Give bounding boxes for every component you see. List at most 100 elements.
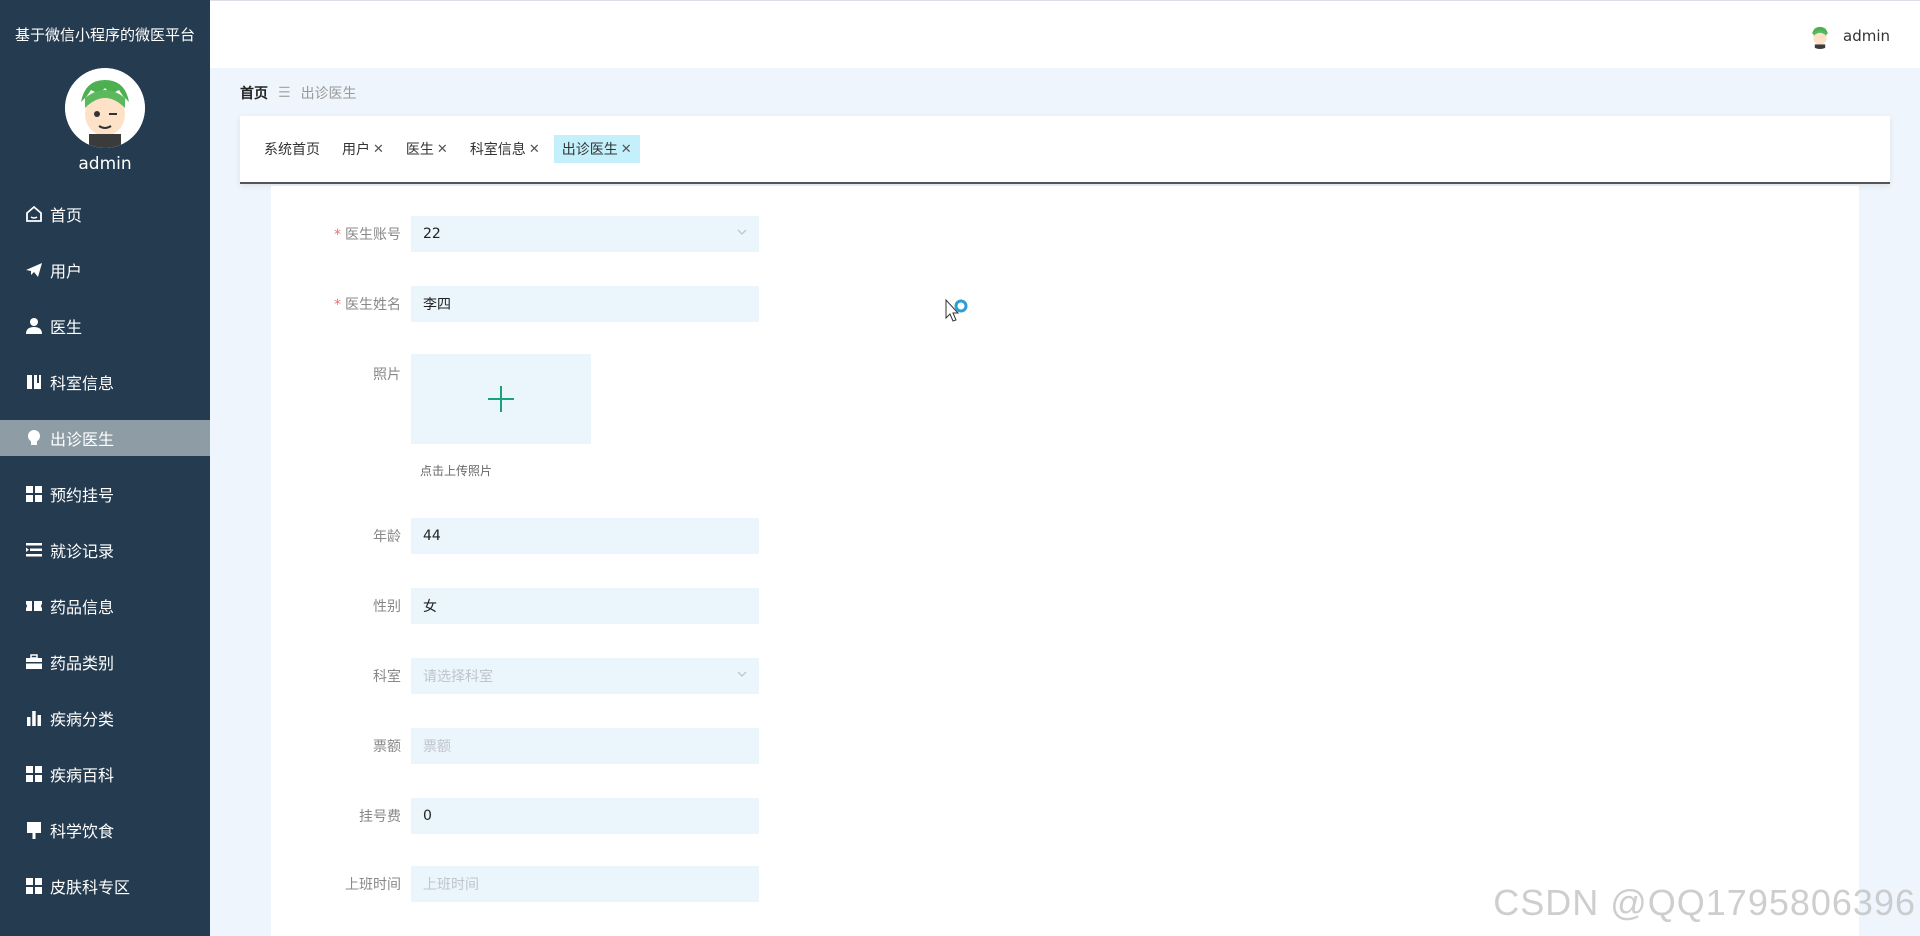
registration-fee-field[interactable]: 0 <box>411 798 759 834</box>
form-row-photo: 照片 <box>271 354 591 444</box>
sidebar-username: admin <box>78 154 132 174</box>
tab-label: 科室信息 <box>469 142 526 158</box>
sidebar-item-medicine-category[interactable]: 药品类别 <box>0 644 210 680</box>
form-row-age: 年龄 44 <box>271 518 759 554</box>
doctor-name-field[interactable]: 李四 <box>411 286 759 322</box>
sidebar-item-label: 疾病百科 <box>50 766 115 785</box>
sidebar-item-visit-records[interactable]: 就诊记录 <box>0 532 210 568</box>
form-panel: *医生账号 22 *医生姓名 李四 照片 点击上传照片 年龄 44 性别 女 <box>271 186 1859 936</box>
close-icon[interactable]: ✕ <box>373 142 384 157</box>
department-placeholder: 请选择科室 <box>423 669 493 685</box>
sidebar-item-dermatology[interactable]: 皮肤科专区 <box>0 868 210 904</box>
department-label: 科室 <box>373 669 401 685</box>
breadcrumb-current: 出诊医生 <box>300 86 357 102</box>
close-icon[interactable]: ✕ <box>529 142 540 157</box>
book-icon <box>24 372 44 392</box>
doctor-account-value: 22 <box>423 226 441 242</box>
doctor-account-select[interactable]: 22 <box>411 216 759 252</box>
plus-icon <box>488 386 514 412</box>
work-time-field[interactable]: 上班时间 <box>411 866 759 902</box>
age-field[interactable]: 44 <box>411 518 759 554</box>
doctor-name-value: 李四 <box>423 297 451 313</box>
form-row-gender: 性别 女 <box>271 588 759 624</box>
top-header: admin <box>210 0 1920 68</box>
top-username: admin <box>1843 27 1890 45</box>
briefcase-icon <box>24 652 44 672</box>
form-row-department: 科室 请选择科室 <box>271 658 759 694</box>
gender-field[interactable]: 女 <box>411 588 759 624</box>
ticket-amount-label: 票额 <box>373 739 401 755</box>
sidebar: 基于微信小程序的微医平台 admin 首页 用户 医生 科室信息 出诊医生 预约… <box>0 0 210 936</box>
sidebar-item-disease-wiki[interactable]: 疾病百科 <box>0 756 210 792</box>
busy-cursor-icon <box>944 298 970 332</box>
paper-plane-icon <box>24 260 44 280</box>
home-icon <box>24 204 44 224</box>
form-row-ticket-amount: 票额 票额 <box>271 728 759 764</box>
sidebar-item-label: 首页 <box>50 206 83 225</box>
sidebar-item-disease-category[interactable]: 疾病分类 <box>0 700 210 736</box>
sidebar-item-medicine-info[interactable]: 药品信息 <box>0 588 210 624</box>
photo-upload-button[interactable] <box>411 354 591 444</box>
breadcrumb: 首页 ☰ 出诊医生 <box>240 83 357 103</box>
brush-icon <box>24 820 44 840</box>
app-title: 基于微信小程序的微医平台 <box>14 26 195 44</box>
tab-users[interactable]: 用户 ✕ <box>334 135 392 163</box>
avatar <box>1807 23 1833 49</box>
ticket-icon <box>24 596 44 616</box>
tab-label: 医生 <box>405 142 434 158</box>
sidebar-item-label: 就诊记录 <box>50 542 115 561</box>
breadcrumb-home[interactable]: 首页 <box>240 83 268 103</box>
breadcrumb-separator: ☰ <box>278 85 291 101</box>
sidebar-item-label: 药品信息 <box>50 598 115 617</box>
sidebar-item-home[interactable]: 首页 <box>0 196 210 232</box>
list-indent-icon <box>24 540 44 560</box>
required-mark: * <box>334 297 341 313</box>
user-icon <box>24 316 44 336</box>
tab-label: 用户 <box>342 142 370 158</box>
tab-system-home[interactable]: 系统首页 <box>256 135 328 163</box>
gender-label: 性别 <box>373 599 401 615</box>
watermark: CSDN @QQ1795806396 <box>1493 882 1916 923</box>
bulb-icon <box>24 428 44 448</box>
tab-label: 系统首页 <box>264 142 320 158</box>
sidebar-item-label: 科室信息 <box>50 374 115 393</box>
sidebar-item-doctors[interactable]: 医生 <box>0 308 210 344</box>
avatar <box>65 68 145 148</box>
chevron-down-icon <box>737 668 747 678</box>
sidebar-item-label: 药品类别 <box>50 654 115 673</box>
tab-departments[interactable]: 科室信息 ✕ <box>462 135 548 163</box>
sidebar-item-departments[interactable]: 科室信息 <box>0 364 210 400</box>
sidebar-item-label: 预约挂号 <box>50 486 115 505</box>
grid-icon <box>24 876 44 896</box>
sidebar-item-label: 疾病分类 <box>50 710 115 729</box>
tab-visiting-doctors[interactable]: 出诊医生 ✕ <box>553 135 640 163</box>
sidebar-item-diet[interactable]: 科学饮食 <box>0 812 210 848</box>
sidebar-item-visiting-doctors[interactable]: 出诊医生 <box>0 420 210 456</box>
sidebar-item-users[interactable]: 用户 <box>0 252 210 288</box>
sidebar-item-label: 出诊医生 <box>50 430 115 449</box>
tab-label: 出诊医生 <box>561 142 618 158</box>
grid-icon <box>24 484 44 504</box>
gender-value: 女 <box>423 599 437 615</box>
form-row-doctor-name: * 医生姓名 李四 <box>271 286 759 322</box>
sidebar-item-appointments[interactable]: 预约挂号 <box>0 476 210 512</box>
registration-fee-label: 挂号费 <box>359 809 401 825</box>
form-row-registration-fee: 挂号费 0 <box>271 798 759 834</box>
age-value: 44 <box>423 528 441 544</box>
form-row-work-time: 上班时间 上班时间 <box>271 866 759 902</box>
doctor-name-label: 医生姓名 <box>345 297 401 313</box>
sidebar-item-label: 科学饮食 <box>50 822 115 841</box>
photo-label: 照片 <box>373 367 401 383</box>
registration-fee-value: 0 <box>423 808 432 824</box>
ticket-amount-field[interactable]: 票额 <box>411 728 759 764</box>
tabs-bar: 系统首页 用户 ✕ 医生 ✕ 科室信息 ✕ 出诊医生 ✕ <box>240 116 1890 184</box>
work-time-label: 上班时间 <box>345 877 401 893</box>
sidebar-item-label: 医生 <box>50 318 83 337</box>
grid-icon <box>24 764 44 784</box>
tab-doctors[interactable]: 医生 ✕ <box>398 135 456 163</box>
close-icon[interactable]: ✕ <box>621 142 632 157</box>
top-user-menu[interactable]: admin <box>1807 23 1890 49</box>
sidebar-item-label: 用户 <box>50 262 83 281</box>
department-select[interactable]: 请选择科室 <box>411 658 759 694</box>
close-icon[interactable]: ✕ <box>437 142 448 157</box>
